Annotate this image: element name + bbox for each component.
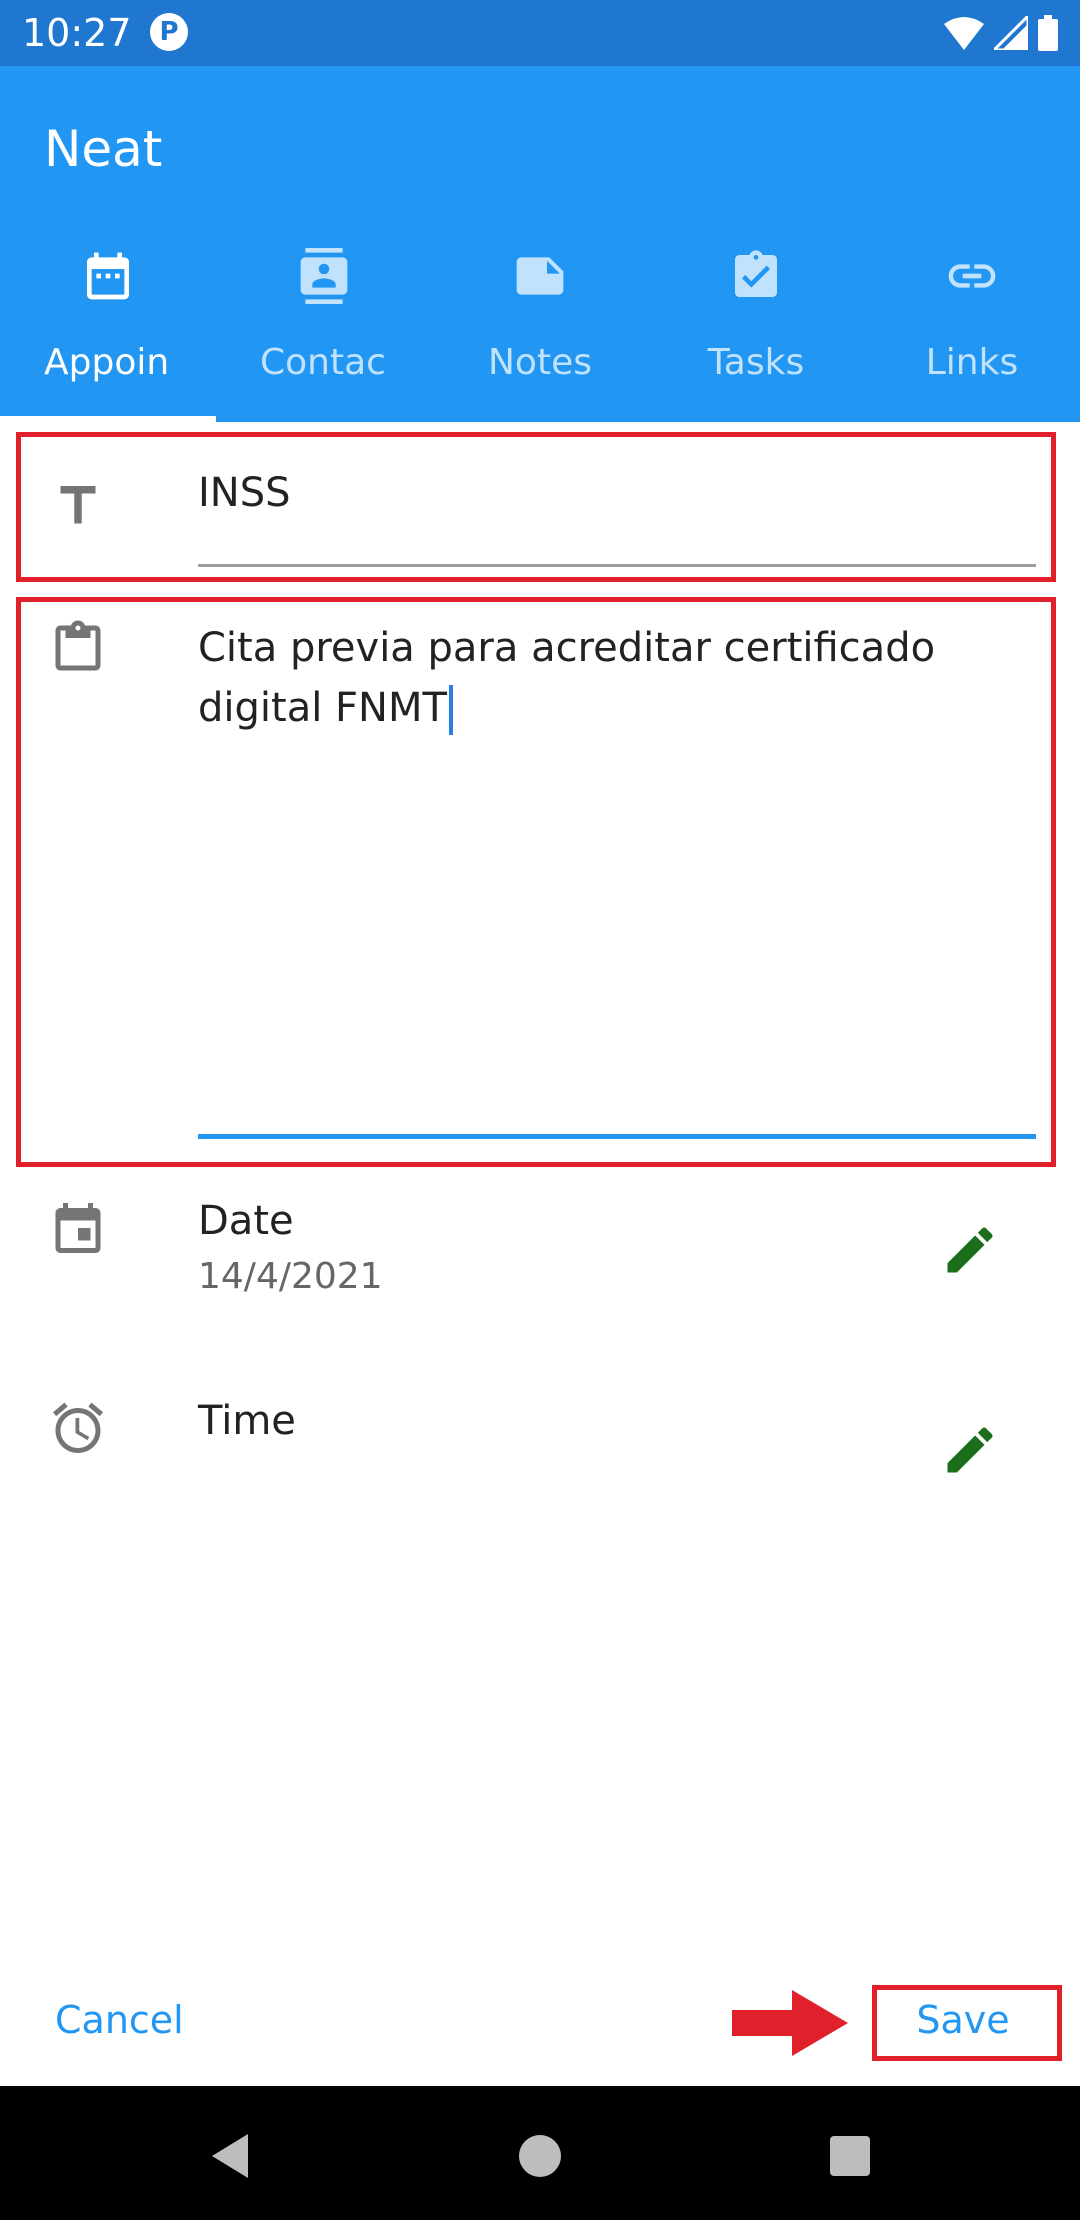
cancel-button[interactable]: Cancel bbox=[55, 1990, 184, 2050]
tab-contacts[interactable]: Contac bbox=[216, 236, 432, 422]
battery-icon bbox=[1038, 15, 1058, 51]
tab-label: Notes bbox=[488, 342, 592, 383]
date-label: Date bbox=[198, 1198, 294, 1244]
save-highlight-box bbox=[872, 1985, 1062, 2061]
date-value: 14/4/2021 bbox=[198, 1256, 383, 1297]
tab-bar: Appoin Contac Notes Tasks Links bbox=[0, 236, 1080, 422]
note-icon bbox=[516, 257, 564, 295]
back-triangle-icon[interactable] bbox=[200, 2126, 260, 2186]
tab-selected-indicator bbox=[0, 416, 216, 422]
edit-time-button[interactable] bbox=[940, 1420, 1000, 1480]
recents-square-icon[interactable] bbox=[820, 2126, 880, 2186]
tab-label: Tasks bbox=[707, 342, 805, 383]
contact-card-icon bbox=[300, 248, 348, 304]
date-row: Date 14/4/2021 bbox=[0, 1180, 1080, 1330]
system-nav-bar bbox=[0, 2086, 1080, 2220]
tab-label: Contac bbox=[260, 342, 386, 383]
tab-label: Appoin bbox=[44, 342, 170, 383]
alarm-clock-icon bbox=[53, 1402, 103, 1453]
tab-notes[interactable]: Notes bbox=[432, 236, 648, 422]
status-bar: 10:27 P bbox=[0, 0, 1080, 66]
time-row: Time bbox=[0, 1380, 1080, 1530]
description-highlight-box bbox=[16, 597, 1056, 1167]
home-circle-icon[interactable] bbox=[510, 2126, 570, 2186]
status-icons bbox=[944, 12, 1058, 54]
wifi-icon bbox=[944, 17, 984, 50]
tab-appointments[interactable]: Appoin bbox=[0, 236, 216, 422]
cell-signal-icon bbox=[994, 16, 1028, 50]
red-arrow-icon bbox=[732, 1990, 848, 2056]
calendar-icon bbox=[55, 1203, 101, 1253]
tab-tasks[interactable]: Tasks bbox=[648, 236, 864, 422]
time-label: Time bbox=[198, 1398, 296, 1444]
title-highlight-box bbox=[16, 432, 1056, 582]
link-icon bbox=[948, 264, 996, 288]
task-clipboard-icon bbox=[735, 250, 777, 297]
edit-date-button[interactable] bbox=[940, 1220, 1000, 1280]
tab-label: Links bbox=[925, 342, 1019, 383]
tab-links[interactable]: Links bbox=[864, 236, 1080, 422]
calendar-icon bbox=[87, 252, 129, 300]
status-time: 10:27 bbox=[22, 11, 132, 55]
p-circle-icon: P bbox=[150, 13, 188, 51]
app-title: Neat bbox=[44, 120, 163, 178]
app-bar: Neat Appoin Contac Notes Tasks Links bbox=[0, 66, 1080, 422]
